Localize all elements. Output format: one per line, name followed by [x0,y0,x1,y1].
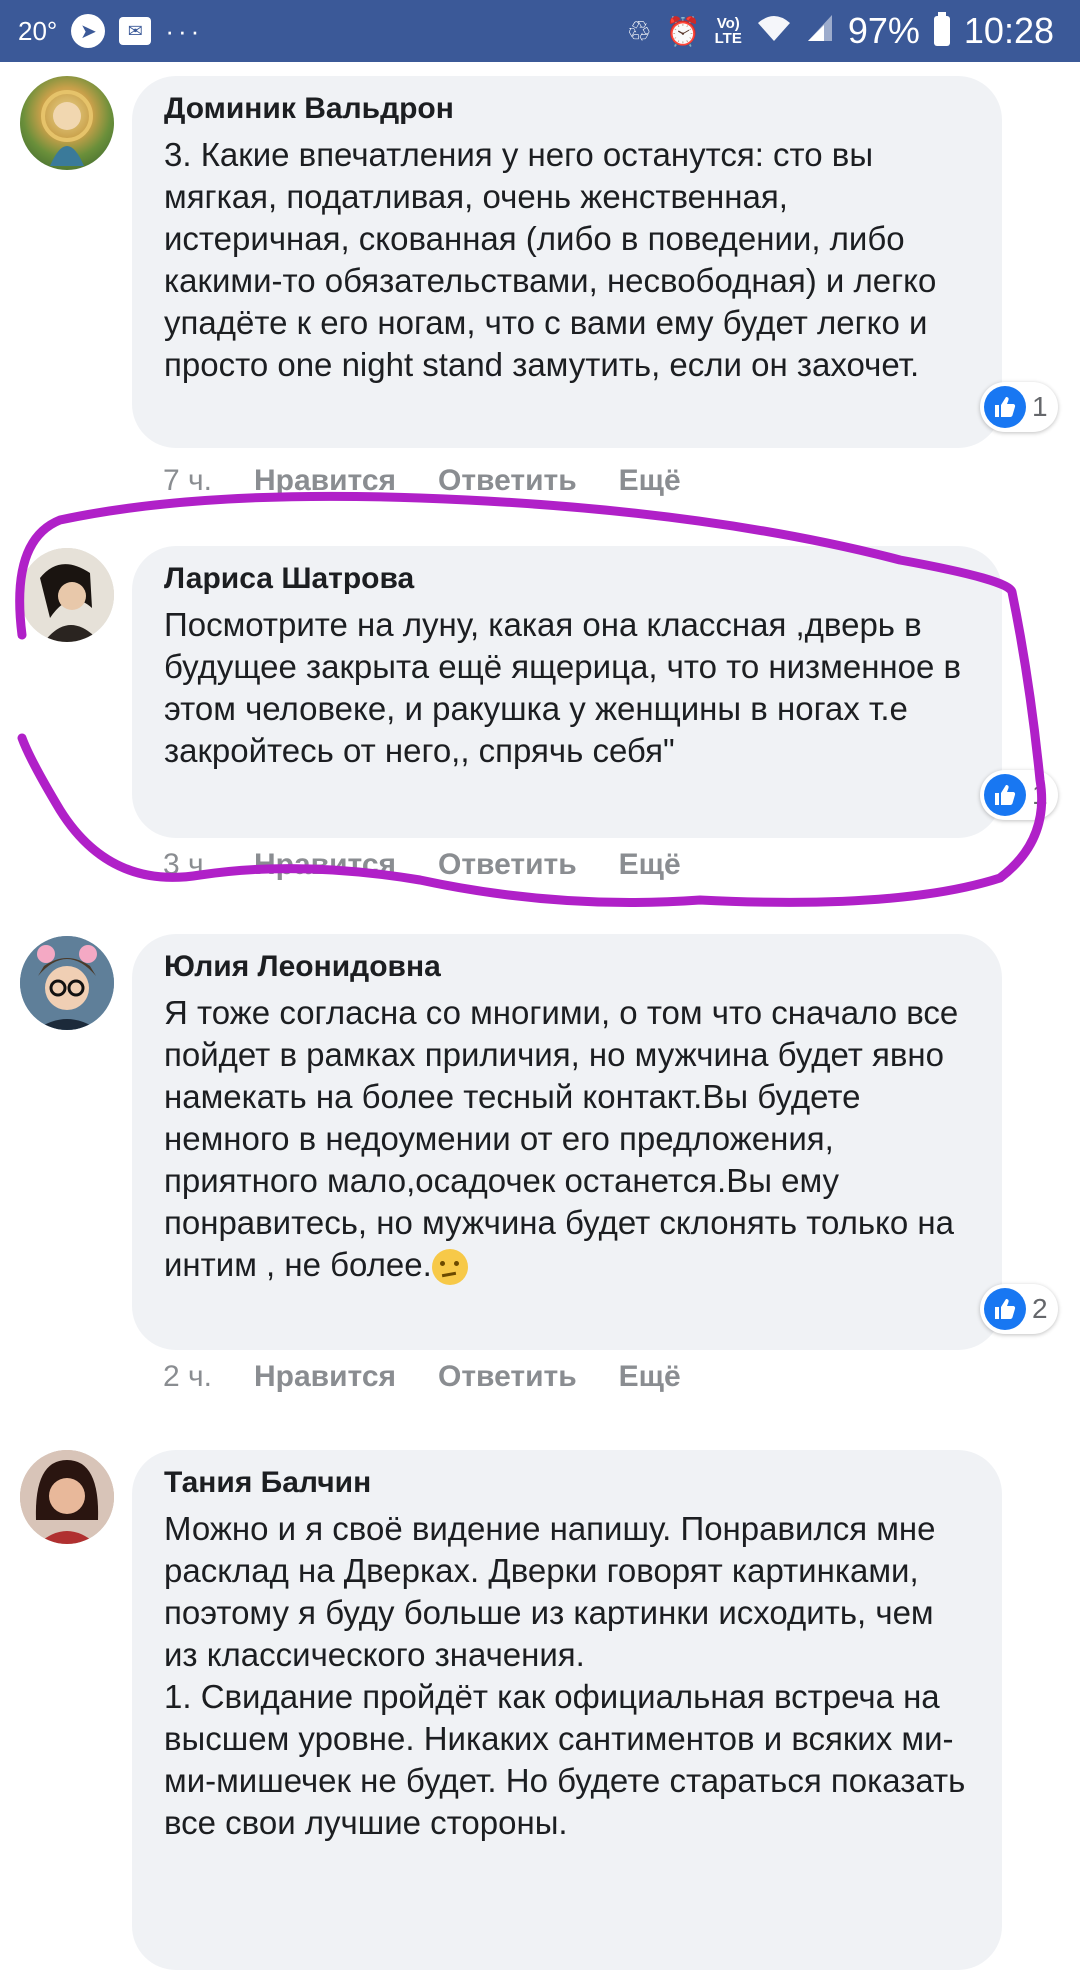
avatar[interactable] [20,936,114,1030]
more-notifications-icon: ··· [165,15,204,46]
comment-author[interactable]: Юлия Леонидовна [164,948,972,986]
comment-actions: 7 ч. Нравится Ответить Ещё [163,464,681,498]
more-button[interactable]: Ещё [619,1360,681,1394]
reaction-count[interactable]: 2 [980,1284,1058,1334]
lte-indicator: Vo) LTE [714,15,742,47]
comment-actions: 3 ч. Нравится Ответить Ещё [163,848,681,882]
signal-icon [806,10,834,52]
comment-author[interactable]: Лариса Шатрова [164,560,972,598]
avatar[interactable] [20,76,114,170]
comment-author[interactable]: Тания Балчин [164,1464,972,1502]
reaction-number: 1 [1032,391,1048,422]
recycle-icon: ♲ [626,15,652,47]
status-bar-left: 20° ➤ ✉ ··· [18,0,203,62]
comment-bubble[interactable]: Юлия Леонидовна Я тоже согласна со многи… [132,934,1002,1350]
comment-text: Посмотрите на луну, какая она классная ,… [164,606,971,769]
comment-time[interactable]: 7 ч. [163,464,212,498]
reply-button[interactable]: Ответить [438,1360,577,1394]
temperature-indicator: 20° [18,15,58,46]
message-icon: ✉ [119,17,152,45]
reaction-count[interactable]: 1 [980,382,1058,432]
status-bar: 20° ➤ ✉ ··· ♲ ⏰ Vo) LTE 97% 10:28 [0,0,1080,62]
comment-author[interactable]: Доминик Вальдрон [164,90,972,128]
comment-actions: 2 ч. Нравится Ответить Ещё [163,1360,681,1394]
battery-icon [933,12,950,46]
thumbs-up-icon [984,1288,1026,1330]
comment-text: Можно и я своё видение напишу. Понравилс… [164,1510,966,1841]
status-bar-right: ♲ ⏰ Vo) LTE 97% 10:28 [627,0,1054,62]
comment-text: Я тоже согласна со многими, о том что сн… [164,992,972,1286]
comment-time[interactable]: 2 ч. [163,1360,212,1394]
reaction-number: 2 [1032,1293,1048,1324]
battery-percent: 97% [847,10,920,51]
comment-bubble[interactable]: Лариса Шатрова Посмотрите на луну, какая… [132,546,1002,838]
like-button[interactable]: Нравится [254,1360,396,1394]
thinking-emoji-icon [431,1249,468,1286]
thumbs-up-icon [984,774,1026,816]
more-button[interactable]: Ещё [619,464,681,498]
alarm-icon: ⏰ [665,15,701,47]
reply-button[interactable]: Ответить [438,848,577,882]
reaction-number: 1 [1032,779,1048,810]
comment-time[interactable]: 3 ч. [163,848,212,882]
avatar[interactable] [20,1450,114,1544]
comment-bubble[interactable]: Доминик Вальдрон 3. Какие впечатления у … [132,76,1002,448]
reaction-count[interactable]: 1 [980,770,1058,820]
reply-button[interactable]: Ответить [438,464,577,498]
thumbs-up-icon [984,386,1026,428]
comment-text: 3. Какие впечатления у него останутся: с… [164,136,946,383]
comment-bubble[interactable]: Тания Балчин Можно и я своё видение напи… [132,1450,1002,1970]
clock: 10:28 [963,10,1054,51]
telegram-icon: ➤ [71,14,106,48]
like-button[interactable]: Нравится [254,464,396,498]
avatar[interactable] [20,548,114,642]
wifi-icon [756,10,792,52]
like-button[interactable]: Нравится [254,848,396,882]
comment-text-body: Я тоже согласна со многими, о том что сн… [164,994,968,1283]
more-button[interactable]: Ещё [619,848,681,882]
